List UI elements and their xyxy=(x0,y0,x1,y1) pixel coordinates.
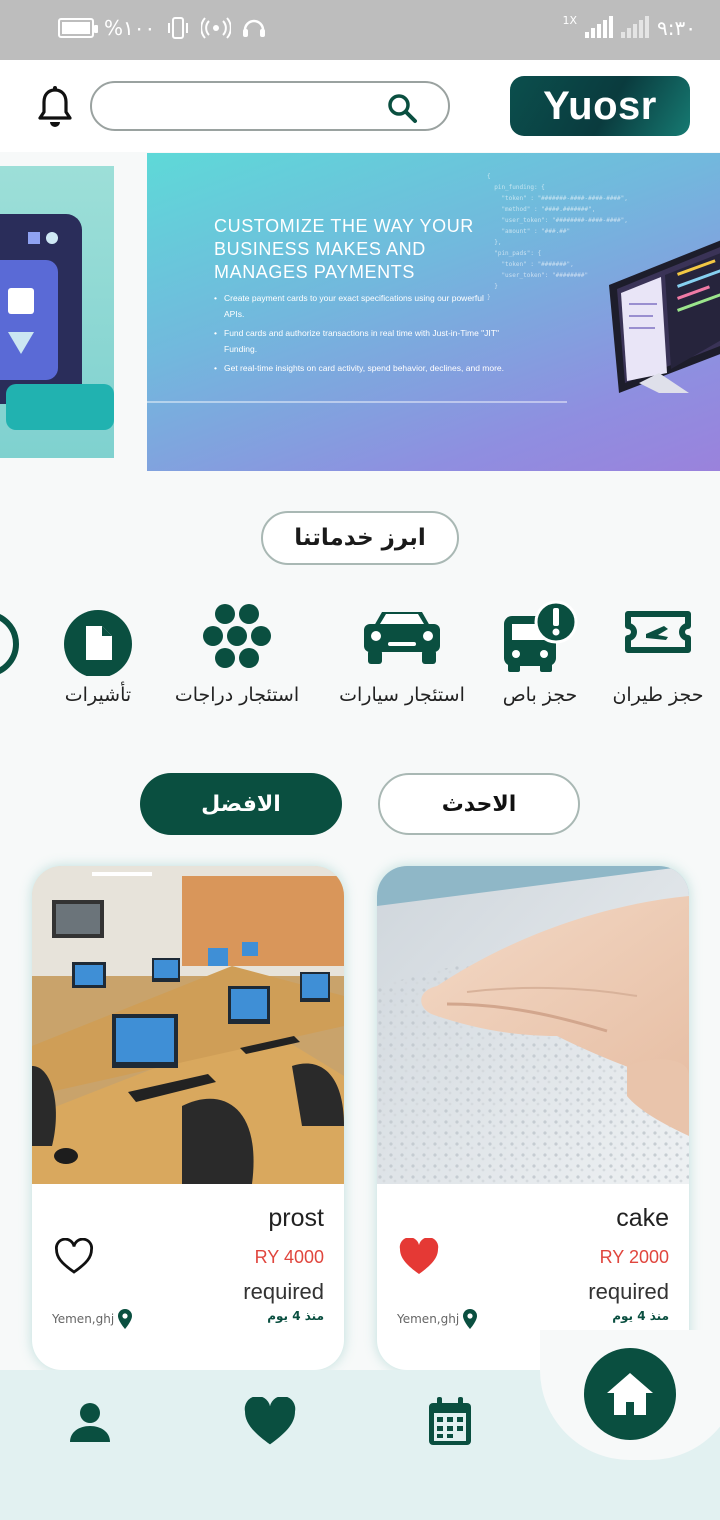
signal-icon-1 xyxy=(585,16,614,38)
speed-label: 1X xyxy=(562,13,578,27)
favorite-outline-icon[interactable] xyxy=(54,1238,94,1276)
battery-percentage: %١٠٠ xyxy=(104,16,156,40)
product-card[interactable]: cake RY 2000 required منذ 4 يوم Yemen,gh… xyxy=(377,866,689,1370)
banner-bullet: Fund cards and authorize transactions in… xyxy=(214,326,504,357)
location-pin-icon xyxy=(463,1309,478,1329)
location-pin-icon xyxy=(118,1309,133,1329)
service-bus-booking[interactable]: حجز باص xyxy=(500,596,580,716)
product-card[interactable]: prost RY 4000 required منذ 4 يوم Yemen,g… xyxy=(32,866,344,1370)
banner-bullet: Get real-time insights on card activity,… xyxy=(214,361,504,377)
service-label: استئجار دراجات xyxy=(174,684,300,706)
product-status: required xyxy=(588,1279,669,1304)
search-input[interactable] xyxy=(112,91,382,121)
service-car-rental[interactable]: استئجار سيارات xyxy=(339,596,465,716)
banner-bullet: Create payment cards to your exact speci… xyxy=(214,291,504,322)
banner-headline: CUSTOMIZE THE WAY YOUR BUSINESS MAKES AN… xyxy=(214,216,474,282)
product-location: Yemen,ghj xyxy=(52,1309,133,1329)
product-image-computer-lab xyxy=(32,866,344,1184)
bottom-navigation xyxy=(0,1330,720,1520)
location-text: Yemen,ghj xyxy=(397,1312,460,1326)
logo-text: Yuosr xyxy=(543,83,657,128)
product-image-braille xyxy=(377,866,689,1184)
hotspot-icon xyxy=(201,17,232,39)
banner-slide-current[interactable]: { pin_funding: { "token" : "#######-####… xyxy=(147,153,720,471)
service-partial[interactable] xyxy=(0,596,22,716)
vibrate-icon xyxy=(168,17,189,39)
monitor-illustration xyxy=(609,240,720,393)
bus-alert-icon xyxy=(504,600,578,672)
service-flight-booking[interactable]: حجز طيران xyxy=(612,596,704,716)
product-time-ago: منذ 4 يوم xyxy=(267,1309,324,1323)
tab-best[interactable]: الافضل xyxy=(140,773,342,835)
product-location: Yemen,ghj xyxy=(397,1309,478,1329)
product-price: RY 4000 xyxy=(254,1247,324,1267)
partial-service-icon xyxy=(0,614,19,674)
clock: ٩:٣٠ xyxy=(657,16,696,40)
location-text: Yemen,ghj xyxy=(52,1312,115,1326)
services-row[interactable]: حجز طيران حجز باص استئجار سيارات استئجار… xyxy=(0,596,720,726)
search-icon[interactable] xyxy=(386,92,418,124)
car-icon xyxy=(364,612,440,664)
headset-icon xyxy=(243,19,266,37)
plane-ticket-icon xyxy=(625,611,691,653)
status-right: 1X ٩:٣٠ xyxy=(562,13,696,41)
status-left: %١٠٠ xyxy=(58,16,267,40)
dots-flower-icon xyxy=(203,604,271,668)
banner-divider xyxy=(147,401,567,403)
status-bar: %١٠٠ 1X ٩:٣٠ xyxy=(0,0,720,60)
banner-slide-previous[interactable] xyxy=(0,166,114,458)
tab-latest[interactable]: الاحدث xyxy=(378,773,580,835)
notification-bell-icon[interactable] xyxy=(36,86,74,130)
nav-home-button[interactable] xyxy=(584,1348,676,1440)
signal-icon-2 xyxy=(621,16,650,38)
banner-bullet-list: Create payment cards to your exact speci… xyxy=(214,291,504,381)
service-label: حجز باص xyxy=(502,684,578,706)
product-name: prost xyxy=(268,1204,324,1232)
product-status: required xyxy=(243,1279,324,1304)
nav-profile[interactable] xyxy=(60,1392,120,1452)
calendar-icon xyxy=(429,1397,471,1445)
service-label: استئجار سيارات xyxy=(339,684,465,706)
document-icon xyxy=(64,610,132,676)
product-price: RY 2000 xyxy=(599,1247,669,1267)
product-name: cake xyxy=(616,1204,669,1232)
nav-favorites[interactable] xyxy=(240,1392,300,1452)
favorite-filled-icon[interactable] xyxy=(399,1238,439,1276)
service-label: تأشيرات xyxy=(64,684,132,706)
profile-icon xyxy=(70,1403,110,1442)
nav-calendar[interactable] xyxy=(420,1392,480,1452)
favorites-icon xyxy=(244,1397,296,1445)
search-bar[interactable] xyxy=(90,81,450,131)
home-icon xyxy=(607,1373,653,1415)
app-logo: Yuosr xyxy=(510,76,690,136)
service-bike-rental[interactable]: استئجار دراجات xyxy=(175,596,299,716)
section-title-services: ابرز خدماتنا xyxy=(261,511,459,565)
app-header: Yuosr xyxy=(0,60,720,152)
battery-icon xyxy=(58,18,98,38)
product-time-ago: منذ 4 يوم xyxy=(612,1309,669,1323)
service-visas[interactable]: تأشيرات xyxy=(62,596,134,716)
